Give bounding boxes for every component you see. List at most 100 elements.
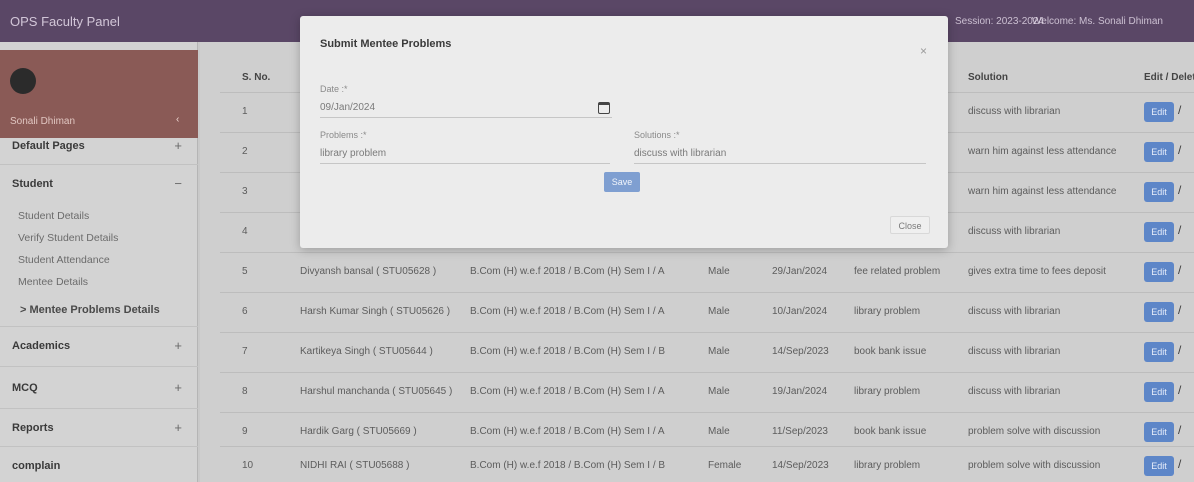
cell-gender: Male	[708, 426, 730, 437]
cell-problem: fee related problem	[854, 266, 941, 277]
cell-solution: discuss with librarian	[968, 346, 1061, 357]
cell-student-name: Divyansh bansal ( STU05628 )	[300, 266, 437, 277]
table-row: 8 Harshul manchanda ( STU05645 ) B.Com (…	[220, 372, 1194, 412]
calendar-icon[interactable]	[598, 102, 610, 114]
sidebar-item-label: MCQ	[12, 382, 38, 394]
cell-sno: 7	[242, 346, 248, 357]
edit-button[interactable]: Edit	[1144, 222, 1174, 242]
close-button[interactable]: Close	[890, 216, 930, 234]
divider	[0, 408, 198, 409]
cell-sno: 5	[242, 266, 248, 277]
slash-separator: /	[1178, 383, 1182, 397]
edit-button[interactable]: Edit	[1144, 302, 1174, 322]
date-field[interactable]: 09/Jan/2024	[320, 98, 612, 118]
modal-title: Submit Mentee Problems	[320, 38, 452, 50]
sidebar-item-mcq[interactable]: MCQ +	[0, 378, 198, 400]
divider	[0, 366, 198, 367]
cell-solution: discuss with librarian	[968, 306, 1061, 317]
cell-gender: Male	[708, 386, 730, 397]
cell-sno: 9	[242, 426, 248, 437]
profile-panel: Sonali Dhiman ‹	[0, 50, 198, 138]
modal-close-icon[interactable]: ×	[920, 44, 927, 58]
expand-icon[interactable]: +	[174, 380, 182, 395]
sidebar-item-academics[interactable]: Academics +	[0, 336, 198, 358]
save-button[interactable]: Save	[604, 172, 640, 192]
edit-button[interactable]: Edit	[1144, 262, 1174, 282]
cell-problem: library problem	[854, 306, 921, 317]
cell-course: B.Com (H) w.e.f 2018 / B.Com (H) Sem I /…	[470, 460, 666, 471]
sidebar-item-label: Academics	[12, 340, 71, 352]
sidebar-item-label: Mentee Details	[18, 276, 89, 288]
cell-gender: Male	[708, 266, 730, 277]
avatar[interactable]	[10, 68, 36, 94]
cell-course: B.Com (H) w.e.f 2018 / B.Com (H) Sem I /…	[470, 426, 665, 437]
submit-mentee-problems-modal: Submit Mentee Problems × Date :* 09/Jan/…	[300, 16, 948, 248]
cell-sno: 10	[242, 460, 254, 471]
cell-course: B.Com (H) w.e.f 2018 / B.Com (H) Sem I /…	[470, 386, 665, 397]
expand-icon[interactable]: +	[174, 420, 182, 435]
cell-course: B.Com (H) w.e.f 2018 / B.Com (H) Sem I /…	[470, 346, 666, 357]
slash-separator: /	[1178, 103, 1182, 117]
cell-date: 14/Sep/2023	[772, 346, 829, 357]
sidebar-item-default-pages[interactable]: Default Pages +	[0, 136, 198, 158]
cell-solution: gives extra time to fees deposit	[968, 266, 1106, 277]
sidebar-item-mentee-details[interactable]: Mentee Details	[0, 272, 198, 294]
solutions-label: Solutions :*	[634, 130, 680, 140]
slash-separator: /	[1178, 223, 1182, 237]
edit-button[interactable]: Edit	[1144, 342, 1174, 362]
sidebar-item-verify-student-details[interactable]: Verify Student Details	[0, 228, 198, 250]
cell-student-name: Hardik Garg ( STU05669 )	[300, 426, 417, 437]
profile-menu-caret-icon[interactable]: ‹	[176, 114, 179, 125]
sidebar-item-student[interactable]: Student −	[0, 174, 198, 196]
cell-solution: discuss with librarian	[968, 106, 1061, 117]
sidebar-item-complain[interactable]: complain	[0, 456, 198, 478]
edit-button[interactable]: Edit	[1144, 422, 1174, 442]
column-header-sno[interactable]: S. No.	[242, 72, 270, 83]
expand-icon[interactable]: +	[174, 338, 182, 353]
sidebar-item-label: Default Pages	[12, 140, 85, 152]
cell-student-name: Harsh Kumar Singh ( STU05626 )	[300, 306, 451, 317]
cell-date: 29/Jan/2024	[772, 266, 828, 277]
cell-sno: 2	[242, 146, 248, 157]
cell-date: 10/Jan/2024	[772, 306, 828, 317]
sidebar-item-label: complain	[12, 460, 61, 472]
cell-student-name: NIDHI RAI ( STU05688 )	[300, 460, 410, 471]
edit-button[interactable]: Edit	[1144, 382, 1174, 402]
table-row: 7 Kartikeya Singh ( STU05644 ) B.Com (H)…	[220, 332, 1194, 372]
cell-solution: warn him against less attendance	[968, 146, 1117, 157]
cell-date: 14/Sep/2023	[772, 460, 829, 471]
cell-sno: 1	[242, 106, 248, 117]
edit-button[interactable]: Edit	[1144, 142, 1174, 162]
cell-sno: 3	[242, 186, 248, 197]
cell-solution: problem solve with discussion	[968, 426, 1101, 437]
app-title[interactable]: OPS Faculty Panel	[10, 14, 120, 29]
sidebar-item-student-attendance[interactable]: Student Attendance	[0, 250, 198, 272]
session-text: Session: 2023-2024	[955, 16, 1044, 27]
solutions-value: discuss with librarian	[634, 148, 727, 159]
cell-solution: discuss with librarian	[968, 386, 1061, 397]
expand-icon[interactable]: +	[174, 138, 182, 153]
edit-button[interactable]: Edit	[1144, 182, 1174, 202]
sidebar-item-mentee-problems-details[interactable]: > Mentee Problems Details	[0, 300, 198, 322]
sidebar-item-label: Student Details	[18, 210, 90, 222]
collapse-icon[interactable]: −	[174, 176, 182, 191]
table-row: 10 NIDHI RAI ( STU05688 ) B.Com (H) w.e.…	[220, 446, 1194, 482]
table-row: 5 Divyansh bansal ( STU05628 ) B.Com (H)…	[220, 252, 1194, 292]
divider	[0, 164, 198, 165]
cell-date: 19/Jan/2024	[772, 386, 828, 397]
problems-field[interactable]: library problem	[320, 144, 610, 164]
column-header-solution[interactable]: Solution	[968, 72, 1008, 83]
problems-label: Problems :*	[320, 130, 367, 140]
edit-button[interactable]: Edit	[1144, 456, 1174, 476]
cell-sno: 4	[242, 226, 248, 237]
solutions-field[interactable]: discuss with librarian	[634, 144, 926, 164]
sidebar-item-reports[interactable]: Reports +	[0, 418, 198, 440]
welcome-text: Welcome: Ms. Sonali Dhiman	[1032, 16, 1163, 27]
column-header-edit: Edit / Delete	[1144, 72, 1194, 83]
edit-button[interactable]: Edit	[1144, 102, 1174, 122]
slash-separator: /	[1178, 183, 1182, 197]
cell-student-name: Kartikeya Singh ( STU05644 )	[300, 346, 433, 357]
sidebar-item-student-details[interactable]: Student Details	[0, 206, 198, 228]
cell-course: B.Com (H) w.e.f 2018 / B.Com (H) Sem I /…	[470, 266, 665, 277]
cell-problem: library problem	[854, 460, 921, 471]
